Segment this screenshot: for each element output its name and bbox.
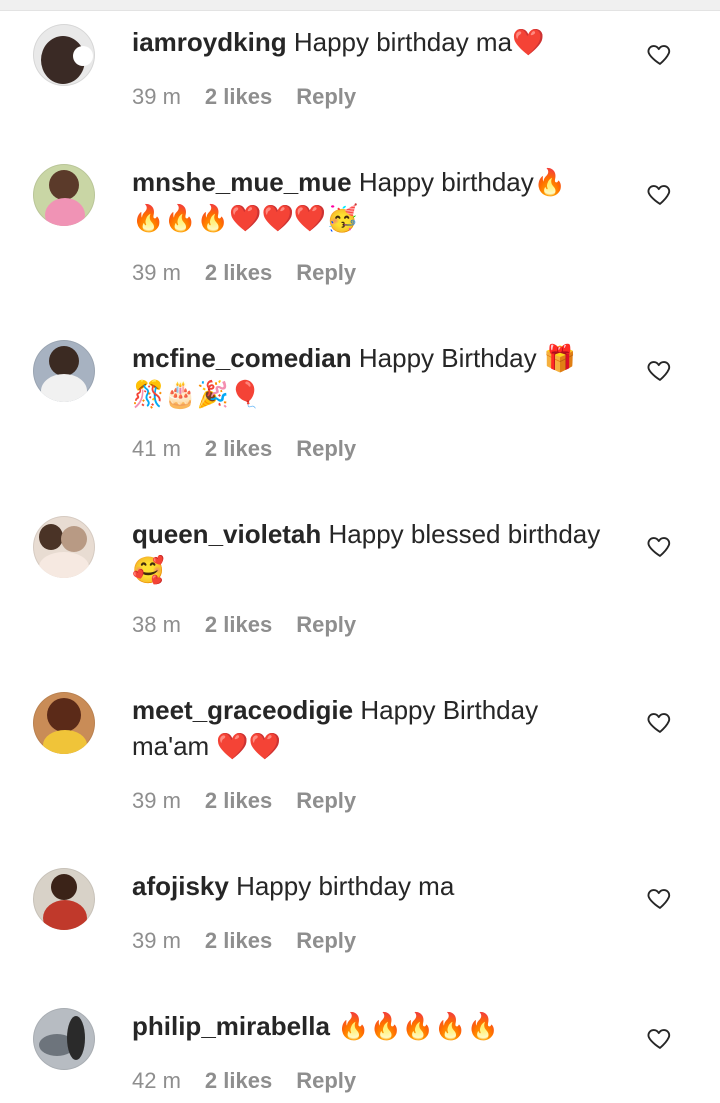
comment-username[interactable]: philip_mirabella [132,1011,330,1041]
top-divider-bar [0,0,720,11]
comment-meta: 41 m 2 likes Reply [132,436,602,462]
comment-username[interactable]: mcfine_comedian [132,343,352,373]
avatar[interactable] [33,692,95,754]
comment-meta: 39 m 2 likes Reply [132,260,602,286]
comment-likes[interactable]: 2 likes [205,84,272,110]
avatar[interactable] [33,24,95,86]
reply-button[interactable]: Reply [296,260,356,286]
comment-time: 38 m [132,612,181,637]
comment-likes[interactable]: 2 likes [205,260,272,286]
comment-body: queen_violetah Happy blessed birthday 🥰 … [132,516,602,638]
comment-username[interactable]: mnshe_mue_mue [132,167,352,197]
comment-likes[interactable]: 2 likes [205,436,272,462]
comment-text: Happy birthday ma [236,871,455,901]
comment-text: 🔥🔥🔥🔥🔥 [337,1011,500,1041]
reply-button[interactable]: Reply [296,788,356,814]
comment-time: 39 m [132,260,181,285]
avatar[interactable] [33,164,95,226]
reply-button[interactable]: Reply [296,612,356,638]
heart-outline-icon[interactable] [646,884,674,912]
comment-body: afojisky Happy birthday ma 39 m 2 likes … [132,868,602,954]
comment-time: 41 m [132,436,181,461]
heart-outline-icon[interactable] [646,40,674,68]
avatar[interactable] [33,340,95,402]
comment-time: 39 m [132,788,181,813]
comment-text: Happy birthday ma❤️ [293,27,545,57]
comment-meta: 42 m 2 likes Reply [132,1068,602,1094]
avatar[interactable] [33,516,95,578]
reply-button[interactable]: Reply [296,436,356,462]
comment-time: 42 m [132,1068,181,1093]
comment-body: iamroydking Happy birthday ma❤️ 39 m 2 l… [132,24,602,110]
reply-button[interactable]: Reply [296,84,356,110]
comment-time: 39 m [132,928,181,953]
comment-likes[interactable]: 2 likes [205,788,272,814]
comment-meta: 38 m 2 likes Reply [132,612,602,638]
comment-meta: 39 m 2 likes Reply [132,928,602,954]
heart-outline-icon[interactable] [646,1024,674,1052]
heart-outline-icon[interactable] [646,532,674,560]
avatar[interactable] [33,868,95,930]
heart-outline-icon[interactable] [646,180,674,208]
reply-button[interactable]: Reply [296,1068,356,1094]
comment-username[interactable]: meet_graceodigie [132,695,353,725]
reply-button[interactable]: Reply [296,928,356,954]
comment-likes[interactable]: 2 likes [205,1068,272,1094]
comment-time: 39 m [132,84,181,109]
avatar[interactable] [33,1008,95,1070]
heart-outline-icon[interactable] [646,356,674,384]
comment-username[interactable]: afojisky [132,871,229,901]
comment-body: philip_mirabella 🔥🔥🔥🔥🔥 42 m 2 likes Repl… [132,1008,602,1094]
comment-username[interactable]: iamroydking [132,27,287,57]
comment-username[interactable]: queen_violetah [132,519,321,549]
comment-body: meet_graceodigie Happy Birthday ma'am ❤️… [132,692,602,814]
comment-likes[interactable]: 2 likes [205,928,272,954]
comment-meta: 39 m 2 likes Reply [132,84,602,110]
heart-outline-icon[interactable] [646,708,674,736]
comment-body: mnshe_mue_mue Happy birthday🔥 🔥🔥🔥❤️❤️❤️🥳… [132,164,602,286]
comment-body: mcfine_comedian Happy Birthday 🎁 🎊🎂🎉🎈 41… [132,340,602,462]
comment-meta: 39 m 2 likes Reply [132,788,602,814]
comment-likes[interactable]: 2 likes [205,612,272,638]
